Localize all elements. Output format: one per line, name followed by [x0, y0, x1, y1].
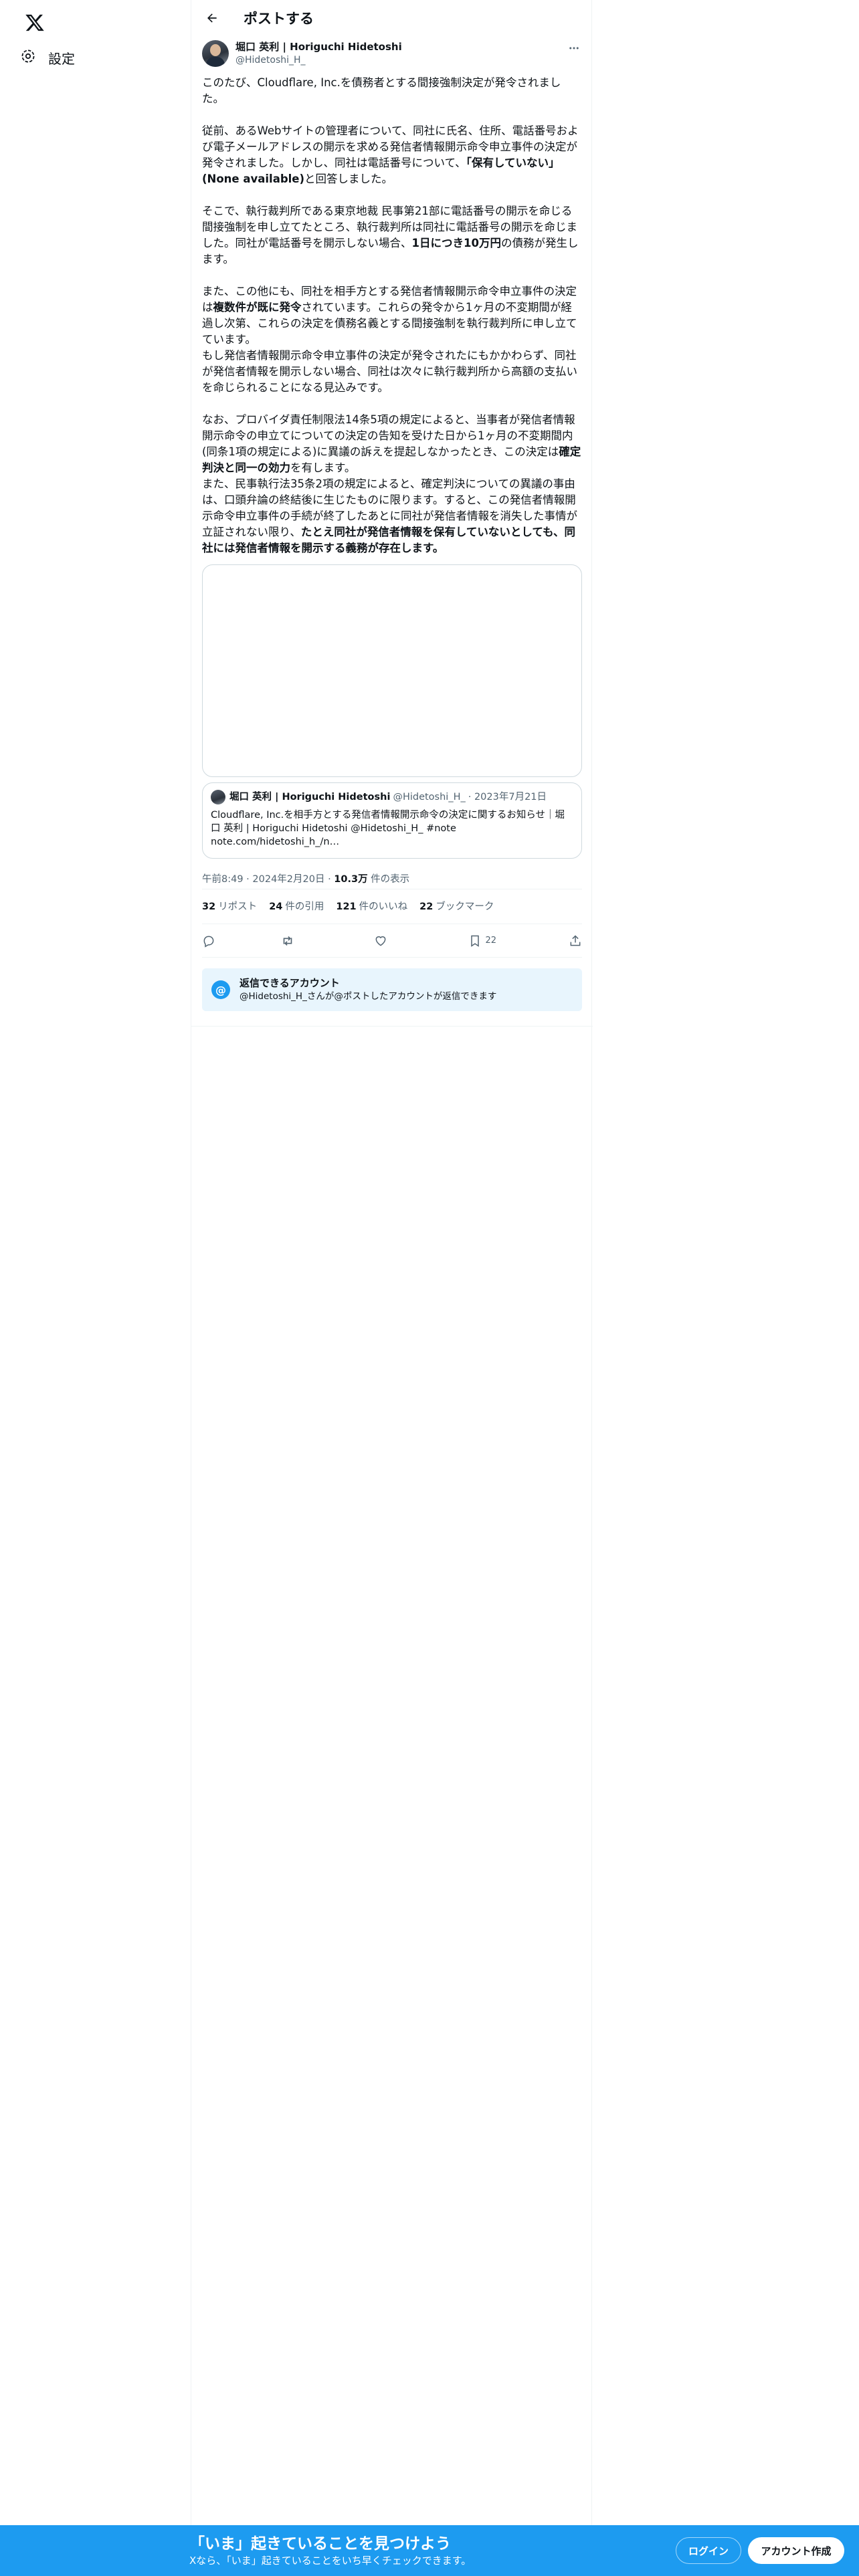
x-logo-icon[interactable]	[17, 5, 52, 40]
avatar[interactable]	[202, 40, 229, 67]
login-button[interactable]: ログイン	[676, 2537, 741, 2564]
bookmark-count: 22	[485, 936, 497, 946]
repost-icon	[283, 936, 292, 946]
left-sidebar: 設定	[0, 0, 191, 2576]
author-name[interactable]: 堀口 英利 | Horiguchi Hidetoshi	[235, 40, 402, 53]
at-sign-icon: @	[211, 980, 230, 999]
nav-settings[interactable]: 設定	[15, 44, 80, 71]
reply-notice-title: 返信できるアカウント	[240, 977, 340, 989]
quote-author-handle: @Hidetoshi_H_	[393, 792, 466, 802]
quote-text: Cloudflare, Inc.を相手方とする発信者情報開示命令の決定に関するお…	[211, 810, 565, 847]
divider	[191, 1026, 593, 1027]
more-icon	[569, 47, 579, 49]
page-title: ポストする	[244, 11, 314, 27]
likes-stat[interactable]: 121 件のいいね	[336, 889, 407, 924]
views-count: 10.3万	[334, 874, 368, 885]
post-paragraph: また、この他にも、同社を相手方とする発信者情報開示命令申立事件の決定は複数件が既…	[202, 285, 577, 346]
author-handle[interactable]: @Hidetoshi_H_	[235, 53, 402, 67]
share-icon	[570, 934, 581, 946]
post: 堀口 英利 | Horiguchi Hidetoshi @Hidetoshi_H…	[202, 40, 582, 1011]
quotes-stat[interactable]: 24 件の引用	[269, 889, 324, 924]
banner-title: 「いま」起きていることを見つけよう	[189, 2535, 451, 2553]
back-button[interactable]	[199, 5, 225, 31]
post-paragraph: 従前、あるWebサイトの管理者について、同社に氏名、住所、電話番号および電子メー…	[202, 124, 579, 185]
quote-avatar	[211, 790, 225, 804]
post-paragraph: このたび、Cloudflare, Inc.を債務者とする間接強制決定が発令されま…	[202, 76, 561, 105]
gear-icon	[20, 48, 36, 67]
post-actions: 22	[202, 924, 582, 958]
quote-date: · 2023年7月21日	[468, 792, 547, 802]
quote-author-name: 堀口 英利 | Horiguchi Hidetoshi	[229, 792, 391, 802]
post-paragraph: そこで、執行裁判所である東京地裁 民事第21部に電話番号の開示を命じる間接強制を…	[202, 205, 579, 265]
reply-restriction-notice: @ 返信できるアカウント @Hidetoshi_H_さんが@ポストしたアカウント…	[202, 968, 582, 1011]
more-button[interactable]	[566, 40, 582, 56]
signup-banner: 「いま」起きていることを見つけよう Xなら、「いま」起きていることをいち早くチェ…	[0, 2525, 859, 2576]
post-meta: 午前8:49 · 2024年2月20日 · 10.3万 件の表示	[202, 869, 582, 889]
post-body: このたび、Cloudflare, Inc.を債務者とする間接強制決定が発令されま…	[202, 75, 582, 556]
reposts-stat[interactable]: 32 リポスト	[202, 889, 257, 924]
post-timestamp[interactable]: 午前8:49 · 2024年2月20日 ·	[202, 874, 334, 885]
page-header: ポストする	[191, 0, 593, 36]
quoted-post[interactable]: 堀口 英利 | Horiguchi Hidetoshi @Hidetoshi_H…	[202, 782, 582, 859]
banner-subtitle: Xなら、「いま」起きていることをいち早くチェックできます。	[189, 2555, 472, 2567]
post-paragraph: また、民事執行法35条2項の規定によると、確定判決についての異議の事由は、口頭弁…	[202, 477, 577, 554]
post-paragraph: もし発信者情報開示命令申立事件の決定が発令されたにもかかわらず、同社が発信者情報…	[202, 349, 577, 394]
reply-notice-subtitle: @Hidetoshi_H_さんが@ポストしたアカウントが返信できます	[240, 991, 497, 1002]
main-column: ポストする 堀口 英利 | Horiguchi Hidetoshi @Hidet…	[191, 0, 593, 2525]
heart-icon	[375, 936, 386, 946]
signup-button[interactable]: アカウント作成	[748, 2537, 844, 2564]
bookmark-button[interactable]: 22	[468, 934, 508, 948]
nav-settings-label: 設定	[48, 50, 75, 67]
like-button[interactable]	[374, 934, 414, 948]
post-author: 堀口 英利 | Horiguchi Hidetoshi @Hidetoshi_H…	[202, 40, 582, 72]
reply-icon	[203, 936, 214, 948]
share-button[interactable]	[562, 934, 582, 948]
arrow-left-icon	[207, 13, 217, 23]
views-label: 件の表示	[367, 874, 410, 885]
repost-button[interactable]	[280, 934, 320, 948]
bookmark-icon	[470, 935, 479, 947]
reply-button[interactable]	[202, 934, 226, 948]
post-stats: 32 リポスト 24 件の引用 121 件のいいね 22 ブックマーク	[202, 889, 582, 924]
post-media-card[interactable]	[202, 564, 582, 777]
bookmarks-stat[interactable]: 22 ブックマーク	[419, 889, 494, 924]
post-paragraph: なお、プロバイダ責任制限法14条5項の規定によると、当事者が発信者情報開示命令の…	[202, 413, 581, 474]
